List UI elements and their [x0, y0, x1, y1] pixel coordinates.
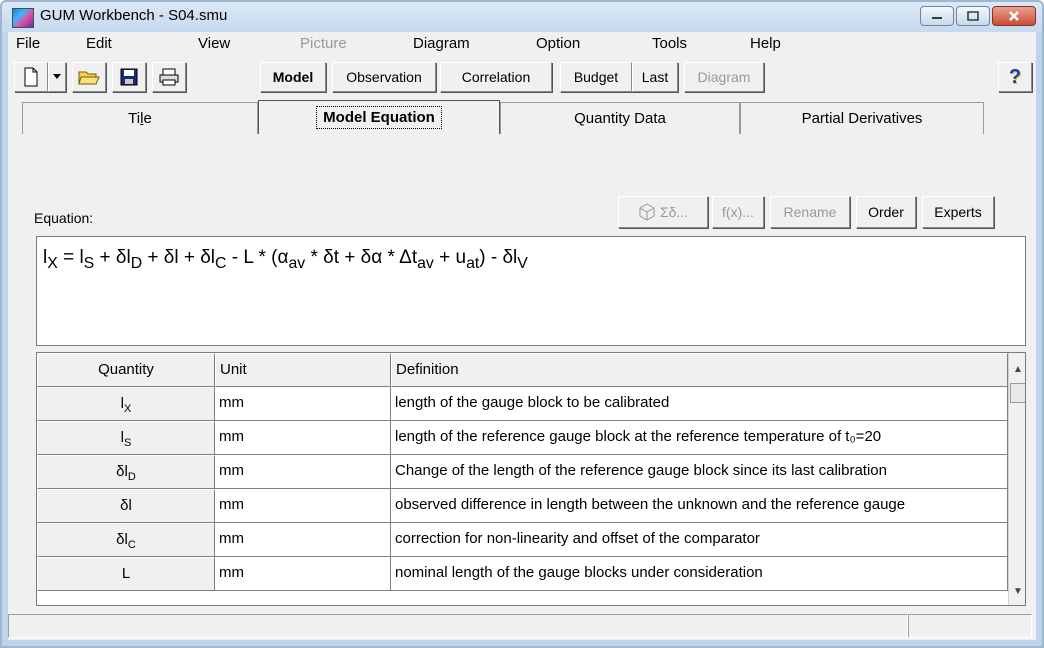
maximize-button[interactable]: [956, 6, 990, 26]
quantity-cell[interactable]: lS: [37, 421, 215, 455]
quantity-subscript: X: [124, 403, 132, 415]
definition-cell[interactable]: length of the gauge block to be calibrat…: [391, 387, 1008, 421]
definition-cell[interactable]: observed difference in length between th…: [391, 489, 1008, 523]
sum-button-label: Σδ...: [659, 204, 689, 220]
cube-icon: [639, 203, 655, 221]
quantity-cell[interactable]: δlD: [37, 455, 215, 489]
minimize-icon: [932, 17, 942, 19]
help-button[interactable]: ?: [998, 62, 1032, 92]
menu-help[interactable]: Help: [750, 35, 781, 52]
menu-view[interactable]: View: [198, 35, 230, 52]
definition-cell[interactable]: nominal length of the gauge blocks under…: [391, 557, 1008, 591]
help-icon: ?: [1008, 65, 1022, 88]
quantity-symbol: δl: [116, 531, 128, 548]
unit-cell[interactable]: mm: [215, 489, 391, 523]
quantity-cell[interactable]: L: [37, 557, 215, 591]
menu-diagram[interactable]: Diagram: [413, 35, 470, 52]
print-button[interactable]: [152, 62, 186, 92]
menu-tools[interactable]: Tools: [652, 35, 687, 52]
budget-button[interactable]: Budget: [560, 62, 632, 92]
definition-cell[interactable]: Change of the length of the reference ga…: [391, 455, 1008, 489]
tab-strip: Tile Model Equation Quantity Data Partia…: [22, 100, 1022, 134]
window-controls: [920, 6, 1036, 26]
definition-cell[interactable]: correction for non-linearity and offset …: [391, 523, 1008, 557]
observation-button[interactable]: Observation: [332, 62, 436, 92]
unit-cell[interactable]: mm: [215, 387, 391, 421]
chevron-down-icon: [53, 74, 61, 79]
close-button[interactable]: [992, 6, 1036, 26]
tab-partial-derivatives-label: Partial Derivatives: [801, 110, 923, 127]
equation-editor[interactable]: lX = lS + δlD + δl + δlC - L * (αav * δt…: [36, 236, 1026, 346]
quantity-cell[interactable]: lX: [37, 387, 215, 421]
minimize-button[interactable]: [920, 6, 954, 26]
quantity-subscript: C: [127, 539, 136, 551]
new-file-icon: [24, 67, 38, 87]
model-button[interactable]: Model: [260, 62, 326, 92]
new-file-button[interactable]: [14, 62, 48, 92]
tab-model-equation[interactable]: Model Equation: [258, 100, 500, 134]
column-header-definition[interactable]: Definition: [391, 353, 1008, 387]
function-button[interactable]: f(x)...: [712, 196, 764, 228]
unit-cell[interactable]: mm: [215, 455, 391, 489]
tab-partial-derivatives[interactable]: Partial Derivatives: [740, 102, 984, 134]
menu-picture[interactable]: Picture: [300, 35, 347, 52]
model-equation: lX = lS + δlD + δl + δlC - L * (αav * δt…: [43, 247, 528, 272]
new-file-dropdown[interactable]: [48, 62, 66, 92]
save-icon: [120, 68, 138, 86]
scroll-thumb[interactable]: [1010, 383, 1025, 403]
column-header-unit[interactable]: Unit: [215, 353, 391, 387]
rename-button[interactable]: Rename: [770, 196, 850, 228]
maximize-icon: [967, 11, 979, 21]
status-panel-main: [8, 614, 908, 638]
quantity-symbol: δl: [116, 463, 128, 480]
sum-button[interactable]: Σδ...: [618, 196, 708, 228]
menu-edit[interactable]: Edit: [86, 35, 112, 52]
unit-cell[interactable]: mm: [215, 557, 391, 591]
folder-open-icon: [78, 71, 100, 85]
window-title: GUM Workbench - S04.smu: [40, 7, 228, 24]
equation-label: Equation:: [34, 210, 94, 226]
app-window: GUM Workbench - S04.smu File Edit View P…: [0, 0, 1044, 648]
unit-cell[interactable]: mm: [215, 523, 391, 557]
client-area: File Edit View Picture Diagram Option To…: [8, 32, 1036, 640]
definition-cell[interactable]: length of the reference gauge block at t…: [391, 421, 1008, 455]
quantity-symbol: δl: [120, 497, 132, 514]
status-panel-secondary: [908, 614, 1032, 638]
close-icon: [1009, 11, 1019, 21]
tab-quantity-data-label: Quantity Data: [574, 110, 666, 127]
scroll-up-icon[interactable]: ▲: [1009, 359, 1025, 379]
scroll-down-icon[interactable]: ▼: [1009, 581, 1025, 601]
tab-model-equation-label: Model Equation: [316, 106, 442, 129]
menu-bar: File Edit View Picture Diagram Option To…: [8, 32, 1036, 58]
quantity-subscript: S: [124, 437, 132, 449]
status-bar: [8, 614, 1036, 640]
quantity-cell[interactable]: δlC: [37, 523, 215, 557]
menu-file[interactable]: File: [16, 35, 40, 52]
quantity-cell[interactable]: δl: [37, 489, 215, 523]
vertical-scrollbar[interactable]: ▲ ▼: [1008, 353, 1025, 605]
order-button[interactable]: Order: [856, 196, 916, 228]
quantity-subscript: D: [127, 471, 136, 483]
title-bar: GUM Workbench - S04.smu: [2, 2, 1042, 32]
diagram-button[interactable]: Diagram: [684, 62, 764, 92]
quantity-table: Quantity Unit Definition lX mm length of t…: [36, 352, 1026, 606]
save-button[interactable]: [112, 62, 146, 92]
quantity-symbol: L: [121, 565, 131, 582]
tab-quantity-data[interactable]: Quantity Data: [500, 102, 740, 134]
app-icon: [12, 8, 34, 28]
correlation-button[interactable]: Correlation: [440, 62, 552, 92]
unit-cell[interactable]: mm: [215, 421, 391, 455]
open-file-button[interactable]: [72, 62, 106, 92]
tab-title-label: Tile: [128, 110, 152, 127]
tab-title[interactable]: Tile: [22, 102, 258, 134]
last-button[interactable]: Last: [632, 62, 678, 92]
menu-option[interactable]: Option: [536, 35, 580, 52]
toolbar: Model Observation Correlation Budget Las…: [8, 58, 1036, 96]
column-header-quantity[interactable]: Quantity: [37, 353, 215, 387]
printer-icon: [159, 68, 179, 86]
experts-button[interactable]: Experts: [922, 196, 994, 228]
